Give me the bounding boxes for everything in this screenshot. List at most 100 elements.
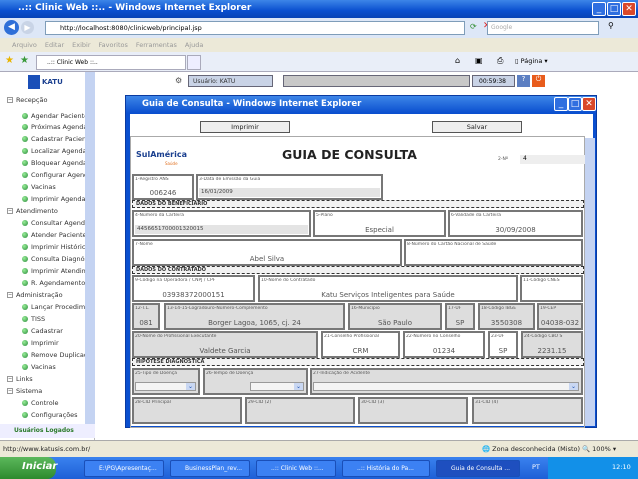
favorites-star-icon[interactable]: ★ [5, 55, 14, 66]
sidebar-item[interactable]: Configurações [22, 411, 85, 419]
field-f9[interactable]: 9-Código na Operadora / CNPJ / CPF 039383… [132, 275, 255, 302]
popup-maximize-button[interactable]: □ [568, 97, 582, 111]
field-f12[interactable]: 12-T.L. 081 [132, 303, 160, 330]
sidebar-item[interactable]: TISS [22, 315, 85, 323]
field-f5[interactable]: 5-Plano Especial [313, 210, 446, 237]
menu-exibir[interactable]: Exibir [72, 41, 90, 49]
field-f22[interactable]: 22-Número no Conselho 01234 [403, 331, 485, 358]
page-menu[interactable]: ▯ Página ▾ [515, 57, 548, 65]
refresh-icon[interactable]: ⟳ [470, 22, 477, 31]
sidebar-item[interactable]: Próximas Agendas [22, 123, 85, 131]
field-f29[interactable]: 29-CID (2) [245, 397, 355, 424]
print-icon[interactable]: ⎙ [497, 56, 503, 66]
close-button[interactable]: ✕ [622, 2, 636, 16]
sidebar-group[interactable]: − Sistema [7, 387, 85, 395]
field-f28[interactable]: 28-CID Principal [132, 397, 242, 424]
task-item[interactable]: ..:: História do Pa... [342, 460, 430, 477]
field-f8[interactable]: 8-Número do Cartão Nacional de Saúde [404, 239, 583, 266]
sidebar-scrollbar[interactable] [85, 72, 95, 424]
chevron-down-icon[interactable]: ⌄ [569, 383, 578, 390]
sidebar-item[interactable]: R. Agendamento [22, 279, 85, 287]
search-input[interactable]: Google [487, 21, 599, 35]
sidebar-item[interactable]: Imprimir Agenda [22, 195, 85, 203]
field-f24[interactable]: 24-Código CBO S 2231.15 [521, 331, 583, 358]
field-f3[interactable]: 3-Data de Emissão da Guia 16/01/2009 [196, 174, 383, 200]
sidebar-item[interactable]: Bloquear Agenda [22, 159, 85, 167]
menu-editar[interactable]: Editar [45, 41, 64, 49]
sidebar-item[interactable]: Remove Duplicados [22, 351, 85, 359]
dropdown-select[interactable]: ⌄ [250, 382, 304, 391]
sidebar-group[interactable]: − Administração [7, 291, 85, 299]
menu-arquivo[interactable]: Arquivo [12, 41, 37, 49]
chevron-down-icon[interactable]: ⌄ [186, 383, 195, 390]
task-item[interactable]: BusinessPlan_rev... [170, 460, 250, 477]
new-tab-button[interactable] [187, 55, 201, 70]
sidebar-item[interactable]: Imprimir Histórico [22, 243, 85, 251]
language-indicator[interactable]: PT [532, 463, 540, 471]
power-icon[interactable]: ⏻ [532, 75, 545, 87]
print-button[interactable]: Imprimir [200, 121, 290, 133]
field-f20[interactable]: 20-Nome do Profissional Executante Valdet… [132, 331, 318, 358]
task-item-active[interactable]: Guia de Consulta ... [436, 460, 520, 477]
sidebar-item[interactable]: Vacinas [22, 363, 85, 371]
sidebar-item[interactable]: Localizar Agenda [22, 147, 85, 155]
maximize-button[interactable]: □ [607, 2, 621, 16]
sidebar-item[interactable]: Agendar Paciente [22, 112, 85, 120]
add-favorites-icon[interactable]: ★ [20, 55, 29, 66]
field-f11[interactable]: 11-Código CNES [520, 275, 583, 302]
sidebar-item[interactable]: Vacinas [22, 183, 85, 191]
sidebar-item[interactable]: Consulta Diagnóstico [22, 255, 85, 263]
chevron-down-icon[interactable]: ⌄ [294, 383, 303, 390]
field-f25[interactable]: 25-Tipo de Doença ⌄ [132, 368, 200, 395]
field-f30[interactable]: 30-CID (3) [358, 397, 468, 424]
sidebar-item[interactable]: Configurar Agenda [22, 171, 85, 179]
browser-tab[interactable]: ..:: Clinic Web ::.. [36, 55, 186, 70]
field-f17[interactable]: 17-UF SP [445, 303, 475, 330]
logged-users-link[interactable]: Usuários Logados [0, 424, 95, 438]
popup-minimize-button[interactable]: _ [554, 97, 568, 111]
field-f19[interactable]: 19-CEP 04038-032 [537, 303, 583, 330]
field-f7[interactable]: 7-Nome Abel Silva [132, 239, 402, 266]
forward-button[interactable]: ▶ [21, 21, 34, 34]
menu-ferramentas[interactable]: Ferramentas [136, 41, 177, 49]
sidebar-group[interactable]: − Recepção [7, 96, 85, 104]
task-item[interactable]: E:\PG\Apresentaç... [84, 460, 164, 477]
sidebar-item[interactable]: Cadastrar [22, 327, 85, 335]
sidebar-item[interactable]: Atender Paciente [22, 231, 85, 239]
field-f27[interactable]: 27-Indicação de Acidente ⌄ [310, 368, 583, 395]
menu-favoritos[interactable]: Favoritos [99, 41, 128, 49]
gear-icon[interactable]: ⚙ [175, 76, 182, 85]
search-icon[interactable]: ⚲ [608, 21, 614, 30]
sidebar-item[interactable]: Cadastrar Paciente [22, 135, 85, 143]
field-f26[interactable]: 26-Tempo de Doença ⌄ [203, 368, 308, 395]
popup-close-button[interactable]: ✕ [582, 97, 596, 111]
field-f13[interactable]: 13-14-15-Logradouro-Número-Complemento Bo… [164, 303, 345, 330]
feeds-icon[interactable]: ▣ [475, 56, 483, 65]
sidebar-group[interactable]: − Atendimento [7, 207, 85, 215]
sidebar-item[interactable]: Lançar Procedimento [22, 303, 85, 311]
field-f10[interactable]: 10-Nome do Contratado Katu Serviços Intel… [258, 275, 518, 302]
minimize-button[interactable]: _ [592, 2, 606, 16]
address-input[interactable]: http://localhost:8080/clinicweb/principa… [45, 21, 465, 35]
back-button[interactable]: ◀ [4, 20, 19, 35]
sidebar-item[interactable]: Controle [22, 399, 85, 407]
task-item[interactable]: ..:: Clinic Web ::... [256, 460, 336, 477]
zoom-control[interactable]: 🔍 100% ▾ [582, 445, 616, 453]
menu-ajuda[interactable]: Ajuda [185, 41, 203, 49]
field-f1[interactable]: 1-Registro ANS 006246 [132, 174, 194, 200]
field-f23[interactable]: 23-UF SP [488, 331, 518, 358]
field-f6[interactable]: 6-Validade da Carteira 30/09/2008 [448, 210, 583, 237]
help-icon[interactable]: ? [517, 75, 530, 87]
sidebar-item[interactable]: Imprimir [22, 339, 85, 347]
popup-scrollbar[interactable] [585, 138, 595, 426]
field-f18[interactable]: 18-Código IBGE 3550308 [478, 303, 535, 330]
field-f31[interactable]: 31-CID (4) [472, 397, 583, 424]
dropdown-select[interactable]: ⌄ [135, 382, 196, 391]
sidebar-group[interactable]: − Links [7, 375, 85, 383]
sidebar-item[interactable]: Imprimir Atendimento [22, 267, 85, 275]
start-button[interactable]: Iniciar [0, 457, 57, 479]
field-f16[interactable]: 16-Município São Paulo [348, 303, 442, 330]
home-icon[interactable]: ⌂ [455, 56, 460, 65]
field-f4[interactable]: 4-Número da Carteira 4456651700001320015 [132, 210, 311, 237]
save-button[interactable]: Salvar [432, 121, 522, 133]
